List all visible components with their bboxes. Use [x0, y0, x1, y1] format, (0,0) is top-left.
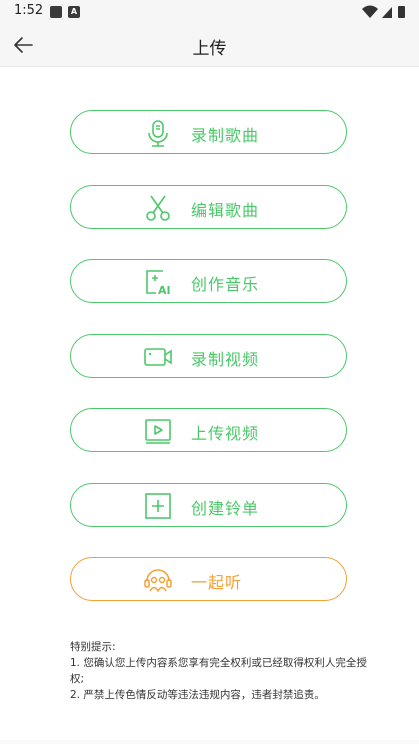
record-video-label: 录制视频 — [191, 350, 260, 369]
upload-video-button[interactable]: 上传视频 — [70, 408, 347, 452]
microphone-icon — [148, 120, 168, 147]
upload-video-label: 上传视频 — [191, 424, 260, 443]
create-music-label: 创作音乐 — [191, 275, 260, 294]
notice-line-1: 1. 您确认您上传内容系您享有完全权利或已经取得权利人完全授权; — [70, 657, 367, 685]
record-song-button[interactable]: 录制歌曲 — [70, 110, 347, 154]
status-time: 1:52 — [14, 3, 44, 18]
video-play-icon — [145, 419, 171, 444]
notification-square-icon — [50, 6, 62, 18]
listen-together-label: 一起听 — [191, 573, 243, 592]
cell-signal-icon — [382, 7, 392, 18]
app-bar: 上传 — [0, 24, 419, 67]
create-music-button[interactable]: AI 创作音乐 — [70, 259, 347, 303]
create-ringlist-button[interactable]: 创建铃单 — [70, 483, 347, 527]
record-video-button[interactable]: 录制视频 — [70, 334, 347, 378]
create-ringlist-label: 创建铃单 — [191, 499, 260, 518]
status-signal-battery-icons — [362, 5, 405, 18]
page-title: 上传 — [192, 39, 227, 59]
battery-icon — [398, 6, 405, 18]
svg-text:AI: AI — [158, 284, 171, 297]
notice-line-2: 2. 严禁上传色情反动等违法违规内容，违者封禁追责。 — [70, 689, 325, 701]
wifi-icon — [362, 5, 378, 18]
record-song-label: 录制歌曲 — [191, 126, 260, 145]
special-notice: 特别提示: 1. 您确认您上传内容系您享有完全权利或已经取得权利人完全授权; 2… — [70, 639, 370, 703]
edit-song-button[interactable]: 编辑歌曲 — [70, 185, 347, 229]
listen-together-icon — [144, 569, 172, 593]
listen-together-button[interactable]: 一起听 — [70, 557, 347, 601]
ai-compose-icon: AI — [146, 270, 171, 297]
bottom-bar — [0, 740, 419, 744]
status-bar: 1:52 A — [0, 0, 419, 24]
edit-song-label: 编辑歌曲 — [191, 201, 260, 220]
scissors-icon — [146, 195, 170, 221]
plus-box-icon — [145, 493, 171, 519]
notification-a-icon: A — [68, 6, 80, 18]
video-camera-icon — [144, 348, 172, 366]
notice-heading: 特别提示: — [70, 641, 116, 653]
